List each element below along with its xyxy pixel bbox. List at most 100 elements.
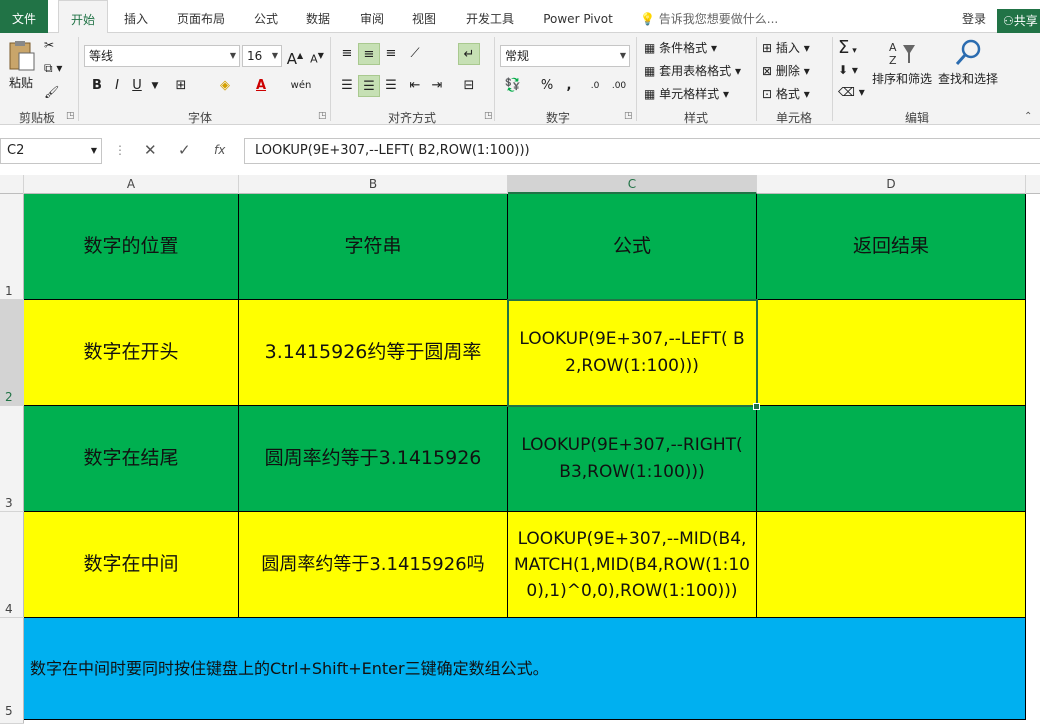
increase-decimal-button[interactable]: .0 <box>584 75 606 97</box>
group-label-number: 数字 <box>545 111 570 125</box>
formula-bar: C2 ▼ ⋮ ✕ ✓ fx LOOKUP(9E+307,--LEFT( B2,RO… <box>0 135 1040 167</box>
format-cells-button[interactable]: ⊡ 格式 ▾ <box>762 85 810 102</box>
align-right-icon[interactable]: ☰ <box>380 75 402 97</box>
cell-d2[interactable] <box>757 300 1026 406</box>
column-header-a[interactable]: A <box>24 175 239 194</box>
comma-button[interactable]: , <box>558 75 580 97</box>
column-headers: A B C D <box>0 175 1040 194</box>
collapse-ribbon-icon[interactable]: ⌃ <box>1024 111 1032 122</box>
align-bottom-icon[interactable]: ≡ <box>380 43 402 65</box>
group-label-styles: 样式 <box>683 111 708 125</box>
phonetic-button[interactable]: wén <box>290 75 312 97</box>
dialog-launcher-icon[interactable]: ◳ <box>318 111 327 121</box>
tab-home[interactable]: 开始 <box>58 0 108 34</box>
cancel-icon[interactable]: ✕ <box>144 141 157 159</box>
borders-icon[interactable]: ⊞ <box>170 75 192 97</box>
font-name-select[interactable]: 等线 ▼ <box>84 45 240 67</box>
select-all-corner[interactable] <box>0 175 24 194</box>
format-painter-icon[interactable]: 🖌 <box>44 85 59 99</box>
cell-b4[interactable]: 圆周率约等于3.1415926吗 <box>239 512 508 618</box>
row-header-5[interactable]: 5 <box>0 618 24 724</box>
tab-developer[interactable]: 开发工具 <box>456 0 524 33</box>
clear-icon[interactable]: ⌫ ▾ <box>838 85 865 99</box>
fill-color-icon[interactable]: ◈ <box>214 75 236 97</box>
row-header-4[interactable]: 4 <box>0 512 24 618</box>
chevron-down-icon: ▼ <box>619 51 626 60</box>
row-header-3[interactable]: 3 <box>0 406 24 512</box>
bold-button[interactable]: B <box>86 75 108 97</box>
cell-d3[interactable] <box>757 406 1026 512</box>
column-header-d[interactable]: D <box>757 175 1026 194</box>
share-button[interactable]: ⚇共享 <box>997 9 1040 33</box>
italic-button[interactable]: I <box>106 75 128 97</box>
tab-review[interactable]: 审阅 <box>350 0 394 33</box>
cell-styles-button[interactable]: ▦ 单元格样式 ▾ <box>644 85 729 102</box>
copy-icon[interactable]: ⧉ ▾ <box>44 61 62 76</box>
group-label-clipboard: 剪贴板 <box>18 111 55 125</box>
dialog-launcher-icon[interactable]: ◳ <box>624 111 633 121</box>
cell-b3[interactable]: 圆周率约等于3.1415926 <box>239 406 508 512</box>
tell-me-search[interactable]: 💡 告诉我您想要做什么... <box>640 0 778 33</box>
format-as-table-button[interactable]: ▦ 套用表格格式 ▾ <box>644 62 741 79</box>
cell-c3[interactable]: LOOKUP(9E+307,--RIGHT( B3,ROW(1:100))) <box>508 406 757 512</box>
paste-button[interactable]: 粘贴 <box>6 39 36 91</box>
cell-a4[interactable]: 数字在中间 <box>24 512 239 618</box>
shrink-font-button[interactable]: A▼ <box>306 45 328 67</box>
cell-a1[interactable]: 数字的位置 <box>24 194 239 300</box>
autosum-button[interactable]: Σ ▾ <box>838 37 857 58</box>
group-label-alignment: 对齐方式 <box>387 111 436 125</box>
tab-power-pivot[interactable]: Power Pivot <box>536 0 620 33</box>
cell-c1[interactable]: 公式 <box>508 194 757 300</box>
font-size-select[interactable]: 16 ▼ <box>242 45 282 67</box>
enter-icon[interactable]: ✓ <box>178 141 191 159</box>
tab-formulas[interactable]: 公式 <box>244 0 288 33</box>
align-center-icon[interactable]: ☰ <box>358 75 380 97</box>
column-header-c[interactable]: C <box>508 175 757 194</box>
chevron-down-icon[interactable]: ▼ <box>144 75 166 97</box>
column-header-b[interactable]: B <box>239 175 508 194</box>
decrease-indent-icon[interactable]: ⇤ <box>404 75 426 97</box>
cell-d1[interactable]: 返回结果 <box>757 194 1026 300</box>
tab-view[interactable]: 视图 <box>402 0 446 33</box>
sort-filter-button[interactable]: AZ 排序和筛选 <box>870 39 934 87</box>
number-format-select[interactable]: 常规 ▼ <box>500 45 630 67</box>
grow-font-button[interactable]: A▲ <box>284 45 306 68</box>
cell-a2[interactable]: 数字在开头 <box>24 300 239 406</box>
fill-handle[interactable] <box>753 403 760 410</box>
row-header-2[interactable]: 2 <box>0 300 24 406</box>
insert-cells-button[interactable]: ⊞ 插入 ▾ <box>762 39 810 56</box>
formula-input[interactable]: LOOKUP(9E+307,--LEFT( B2,ROW(1:100))) <box>244 138 1040 164</box>
cell-b2[interactable]: 3.1415926约等于圆周率 <box>239 300 508 406</box>
cell-c2[interactable]: LOOKUP(9E+307,--LEFT( B2,ROW(1:100))) <box>508 300 757 406</box>
orientation-icon[interactable]: ⟋ <box>404 43 426 65</box>
font-color-icon[interactable]: A <box>250 75 272 97</box>
cell-b1[interactable]: 字符串 <box>239 194 508 300</box>
dialog-launcher-icon[interactable]: ◳ <box>66 111 75 121</box>
align-middle-icon[interactable]: ≡ <box>358 43 380 65</box>
cell-c4[interactable]: LOOKUP(9E+307,--MID(B4,MATCH(1,MID(B4,RO… <box>508 512 757 618</box>
delete-cells-button[interactable]: ⊠ 删除 ▾ <box>762 62 810 79</box>
row-header-1[interactable]: 1 <box>0 194 24 300</box>
increase-indent-icon[interactable]: ⇥ <box>426 75 448 97</box>
currency-icon[interactable]: 💱 <box>502 75 524 97</box>
align-left-icon[interactable]: ☰ <box>336 75 358 97</box>
merge-center-icon[interactable]: ⊟ <box>458 75 480 97</box>
find-select-button[interactable]: 查找和选择 <box>936 39 1000 87</box>
cell-d4[interactable] <box>757 512 1026 618</box>
wrap-text-icon[interactable]: ↵ <box>458 43 480 65</box>
tab-data[interactable]: 数据 <box>296 0 340 33</box>
cell-a5-merged[interactable]: 数字在中间时要同时按住键盘上的Ctrl+Shift+Enter三键确定数组公式。 <box>24 618 1026 720</box>
decrease-decimal-button[interactable]: .00 <box>608 75 630 97</box>
cell-a3[interactable]: 数字在结尾 <box>24 406 239 512</box>
cut-icon[interactable]: ✂ <box>44 38 54 52</box>
name-box[interactable]: C2 ▼ <box>0 138 102 164</box>
tab-file[interactable]: 文件 <box>0 0 48 33</box>
align-top-icon[interactable]: ≡ <box>336 43 358 65</box>
tab-insert[interactable]: 插入 <box>112 0 160 33</box>
conditional-format-button[interactable]: ▦ 条件格式 ▾ <box>644 39 717 56</box>
tab-page-layout[interactable]: 页面布局 <box>168 0 234 33</box>
dialog-launcher-icon[interactable]: ◳ <box>484 111 493 121</box>
insert-function-icon[interactable]: fx <box>214 143 225 157</box>
percent-button[interactable]: % <box>536 75 558 97</box>
fill-icon[interactable]: ⬇ ▾ <box>838 63 858 77</box>
